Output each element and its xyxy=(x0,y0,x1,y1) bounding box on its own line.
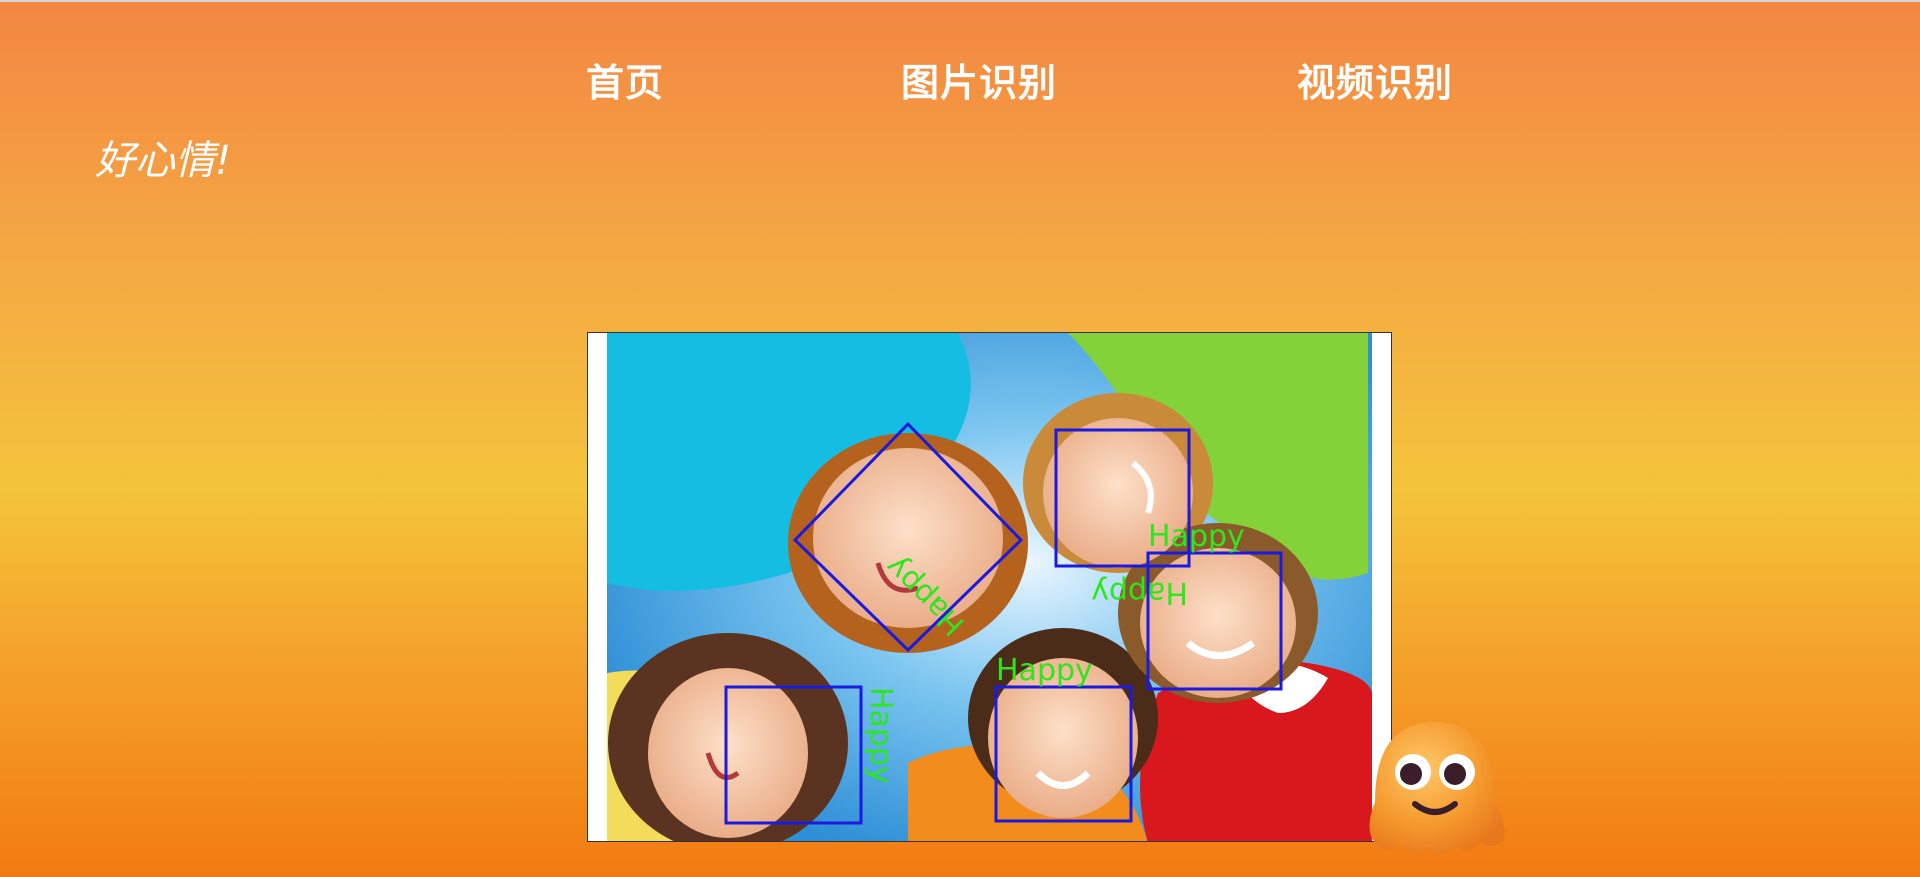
top-border xyxy=(0,0,1920,2)
result-photo-graphic: Happy Happy Happy Happy Happy xyxy=(588,333,1391,841)
nav-home-link[interactable]: 首页 xyxy=(586,52,664,107)
face-label-5: Happy xyxy=(996,653,1093,688)
nav-video-recognition-link[interactable]: 视频识别 xyxy=(1297,52,1453,107)
mood-result-text: 好心情! xyxy=(95,138,232,184)
face-label-2: Happy xyxy=(1091,575,1188,610)
face-label-4: Happy xyxy=(863,687,898,784)
octopus-mascot-icon[interactable] xyxy=(1355,712,1515,872)
face-label-3: Happy xyxy=(1148,519,1245,554)
recognition-result-image: Happy Happy Happy Happy Happy xyxy=(587,332,1392,842)
nav-image-recognition-link[interactable]: 图片识别 xyxy=(901,52,1057,107)
